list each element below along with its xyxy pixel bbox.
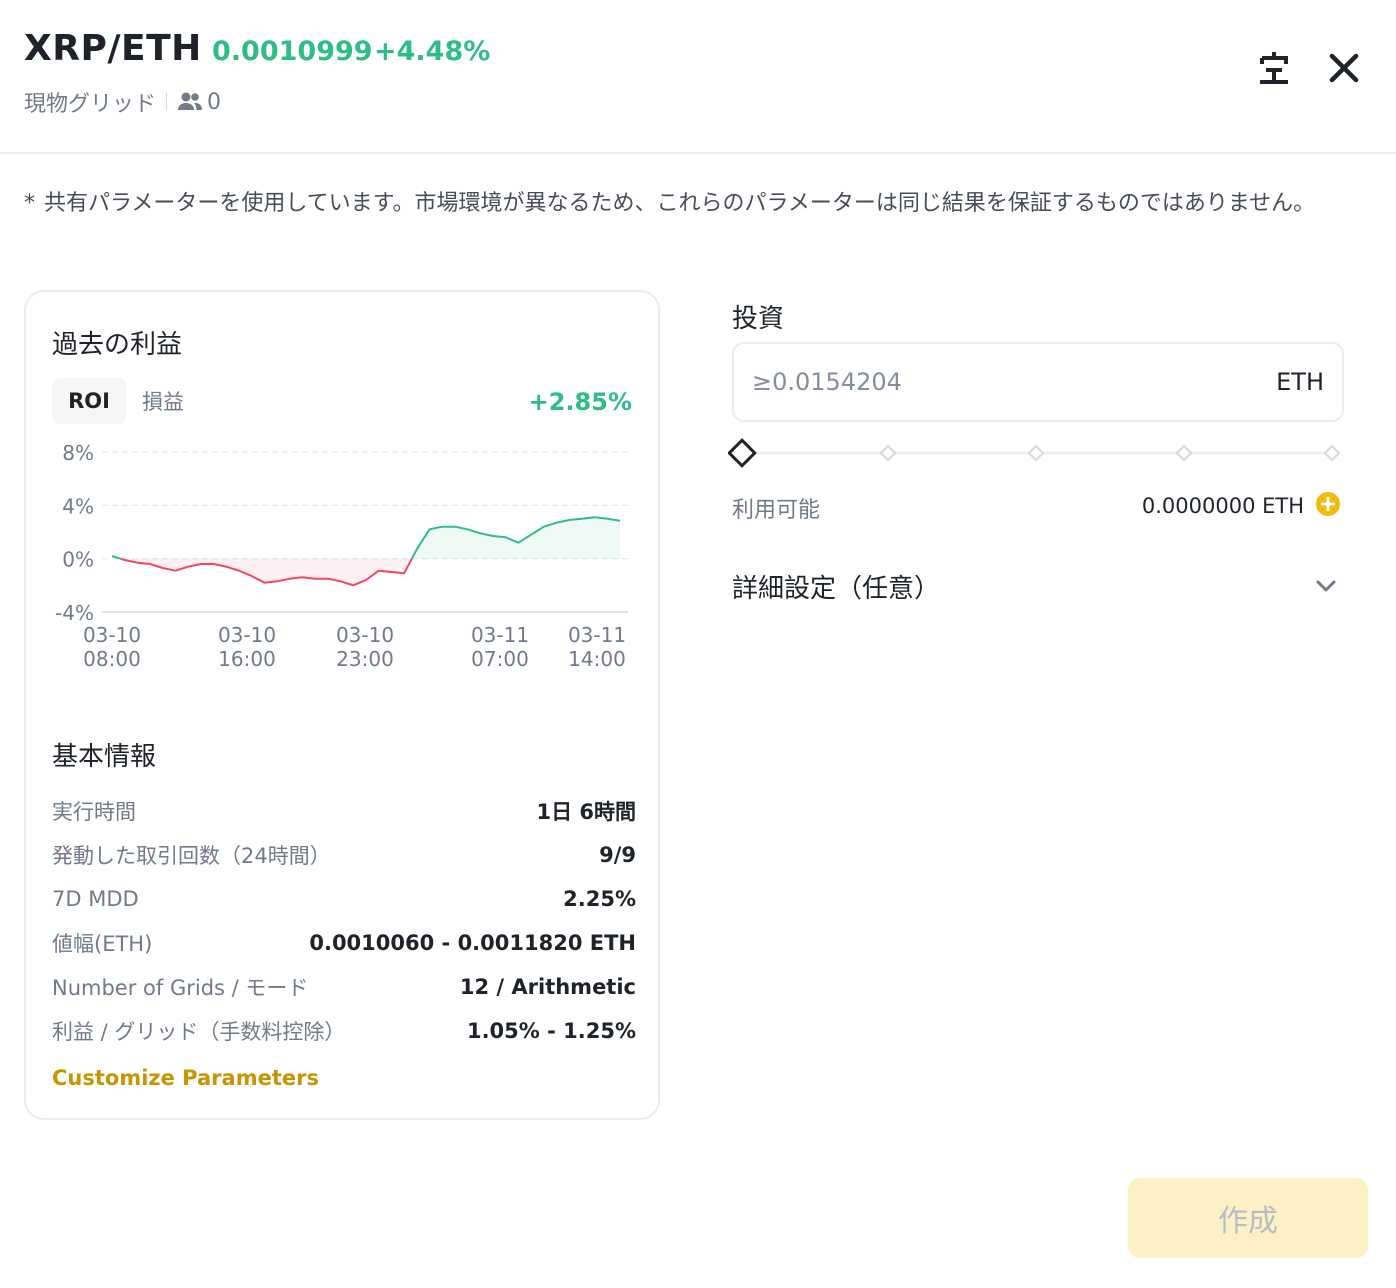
info-value: 0.0010060 - 0.0011820 ETH bbox=[309, 931, 636, 955]
copier-count: 0 bbox=[207, 89, 222, 115]
slider-step-25[interactable] bbox=[879, 444, 897, 462]
plus-icon bbox=[1321, 497, 1335, 511]
close-button[interactable] bbox=[1324, 48, 1364, 88]
available-balance: 0.0000000 ETH bbox=[1141, 494, 1304, 518]
info-value: 2.25% bbox=[563, 887, 636, 911]
investment-slider[interactable] bbox=[728, 436, 1348, 470]
available-label: 利用可能 bbox=[732, 498, 821, 523]
investment-unit: ETH bbox=[1276, 368, 1324, 396]
y-tick-label: 4% bbox=[62, 494, 94, 518]
investment-field[interactable]: ETH bbox=[732, 342, 1344, 422]
y-tick-label: 8% bbox=[62, 441, 94, 465]
info-row-price-range: 値幅(ETH) 0.0010060 - 0.0011820 ETH bbox=[52, 928, 636, 958]
advanced-settings-toggle[interactable]: 詳細設定（任意） bbox=[732, 568, 940, 605]
slider-step-50[interactable] bbox=[1027, 444, 1045, 462]
language-icon bbox=[1260, 52, 1288, 84]
strategy-card: 過去の利益 ROI 損益 +2.85% 8% 4% 0% -4% 03-10 08:00 0… bbox=[24, 290, 660, 1120]
add-funds-button[interactable] bbox=[1316, 492, 1340, 516]
tab-pnl[interactable]: 損益 bbox=[142, 378, 184, 424]
info-label: 値幅(ETH) bbox=[52, 932, 153, 956]
strategy-subtitle: 現物グリッド 0 bbox=[24, 86, 221, 118]
investment-input[interactable] bbox=[752, 368, 1152, 396]
invest-label: 投資 bbox=[732, 304, 785, 334]
language-button[interactable] bbox=[1254, 48, 1294, 88]
info-row-profit-per-grid: 利益 / グリッド（手数料控除） 1.05% - 1.25% bbox=[52, 1016, 636, 1046]
history-title: 過去の利益 bbox=[52, 330, 183, 360]
x-tick-date: 03-10 bbox=[218, 623, 276, 647]
info-value: 1.05% - 1.25% bbox=[466, 1019, 636, 1043]
info-row-grids: Number of Grids / モード 12 / Arithmetic bbox=[52, 972, 636, 1002]
modal-header: XRP/ETH 0.0010999 +4.48% 現物グリッド 0 bbox=[0, 0, 1396, 154]
info-row-runtime: 実行時間 1日 6時間 bbox=[52, 796, 636, 826]
customize-parameters-link[interactable]: Customize Parameters bbox=[52, 1066, 319, 1090]
info-label: 利益 / グリッド（手数料控除） bbox=[52, 1020, 346, 1044]
info-label: 実行時間 bbox=[52, 800, 136, 824]
negative-area bbox=[120, 558, 412, 586]
create-button[interactable]: 作成 bbox=[1128, 1178, 1368, 1258]
x-tick-time: 23:00 bbox=[336, 647, 394, 671]
notice-text: 共有パラメーターを使用しています。市場環境が異なるため、これらのパラメーターは同… bbox=[44, 191, 1316, 216]
y-tick-label: 0% bbox=[62, 548, 94, 572]
info-row-trades: 発動した取引回数（24時間） 9/9 bbox=[52, 840, 636, 870]
price-change: +4.48% bbox=[374, 36, 491, 67]
x-tick-time: 14:00 bbox=[568, 647, 626, 671]
info-label: 7D MDD bbox=[52, 887, 139, 911]
tab-roi[interactable]: ROI bbox=[52, 378, 126, 424]
pair-title: XRP/ETH bbox=[24, 28, 202, 69]
slider-step-100[interactable] bbox=[1323, 444, 1341, 462]
chevron-down-icon[interactable] bbox=[1312, 572, 1340, 600]
info-label: Number of Grids / モード bbox=[52, 976, 309, 1000]
shared-params-notice: * 共有パラメーターを使用しています。市場環境が異なるため、これらのパラメーター… bbox=[24, 186, 1364, 222]
close-icon bbox=[1329, 53, 1359, 83]
x-tick-date: 03-11 bbox=[471, 623, 529, 647]
info-label: 発動した取引回数（24時間） bbox=[52, 844, 331, 868]
slider-step-75[interactable] bbox=[1175, 444, 1193, 462]
notice-asterisk: * bbox=[24, 191, 35, 216]
x-tick-time: 08:00 bbox=[83, 647, 141, 671]
info-value: 9/9 bbox=[599, 843, 636, 867]
divider bbox=[166, 93, 168, 111]
info-row-mdd: 7D MDD 2.25% bbox=[52, 884, 636, 914]
roi-value: +2.85% bbox=[528, 388, 632, 416]
info-value: 12 / Arithmetic bbox=[459, 975, 636, 999]
x-tick-date: 03-10 bbox=[336, 623, 394, 647]
roi-chart: 8%4%0%-4%03-1008:0003-1016:0003-1023:000… bbox=[55, 441, 628, 671]
x-tick-time: 07:00 bbox=[471, 647, 529, 671]
info-value: 1日 6時間 bbox=[536, 800, 636, 824]
users-icon bbox=[178, 92, 203, 110]
x-tick-date: 03-10 bbox=[83, 623, 141, 647]
x-tick-time: 16:00 bbox=[218, 647, 276, 671]
strategy-type: 現物グリッド bbox=[24, 92, 157, 117]
y-tick-label: -4% bbox=[55, 601, 94, 625]
slider-handle[interactable] bbox=[728, 438, 757, 468]
positive-area bbox=[411, 517, 620, 559]
last-price: 0.0010999 bbox=[212, 36, 373, 67]
basic-info-title: 基本情報 bbox=[52, 742, 157, 772]
x-tick-date: 03-11 bbox=[568, 623, 626, 647]
